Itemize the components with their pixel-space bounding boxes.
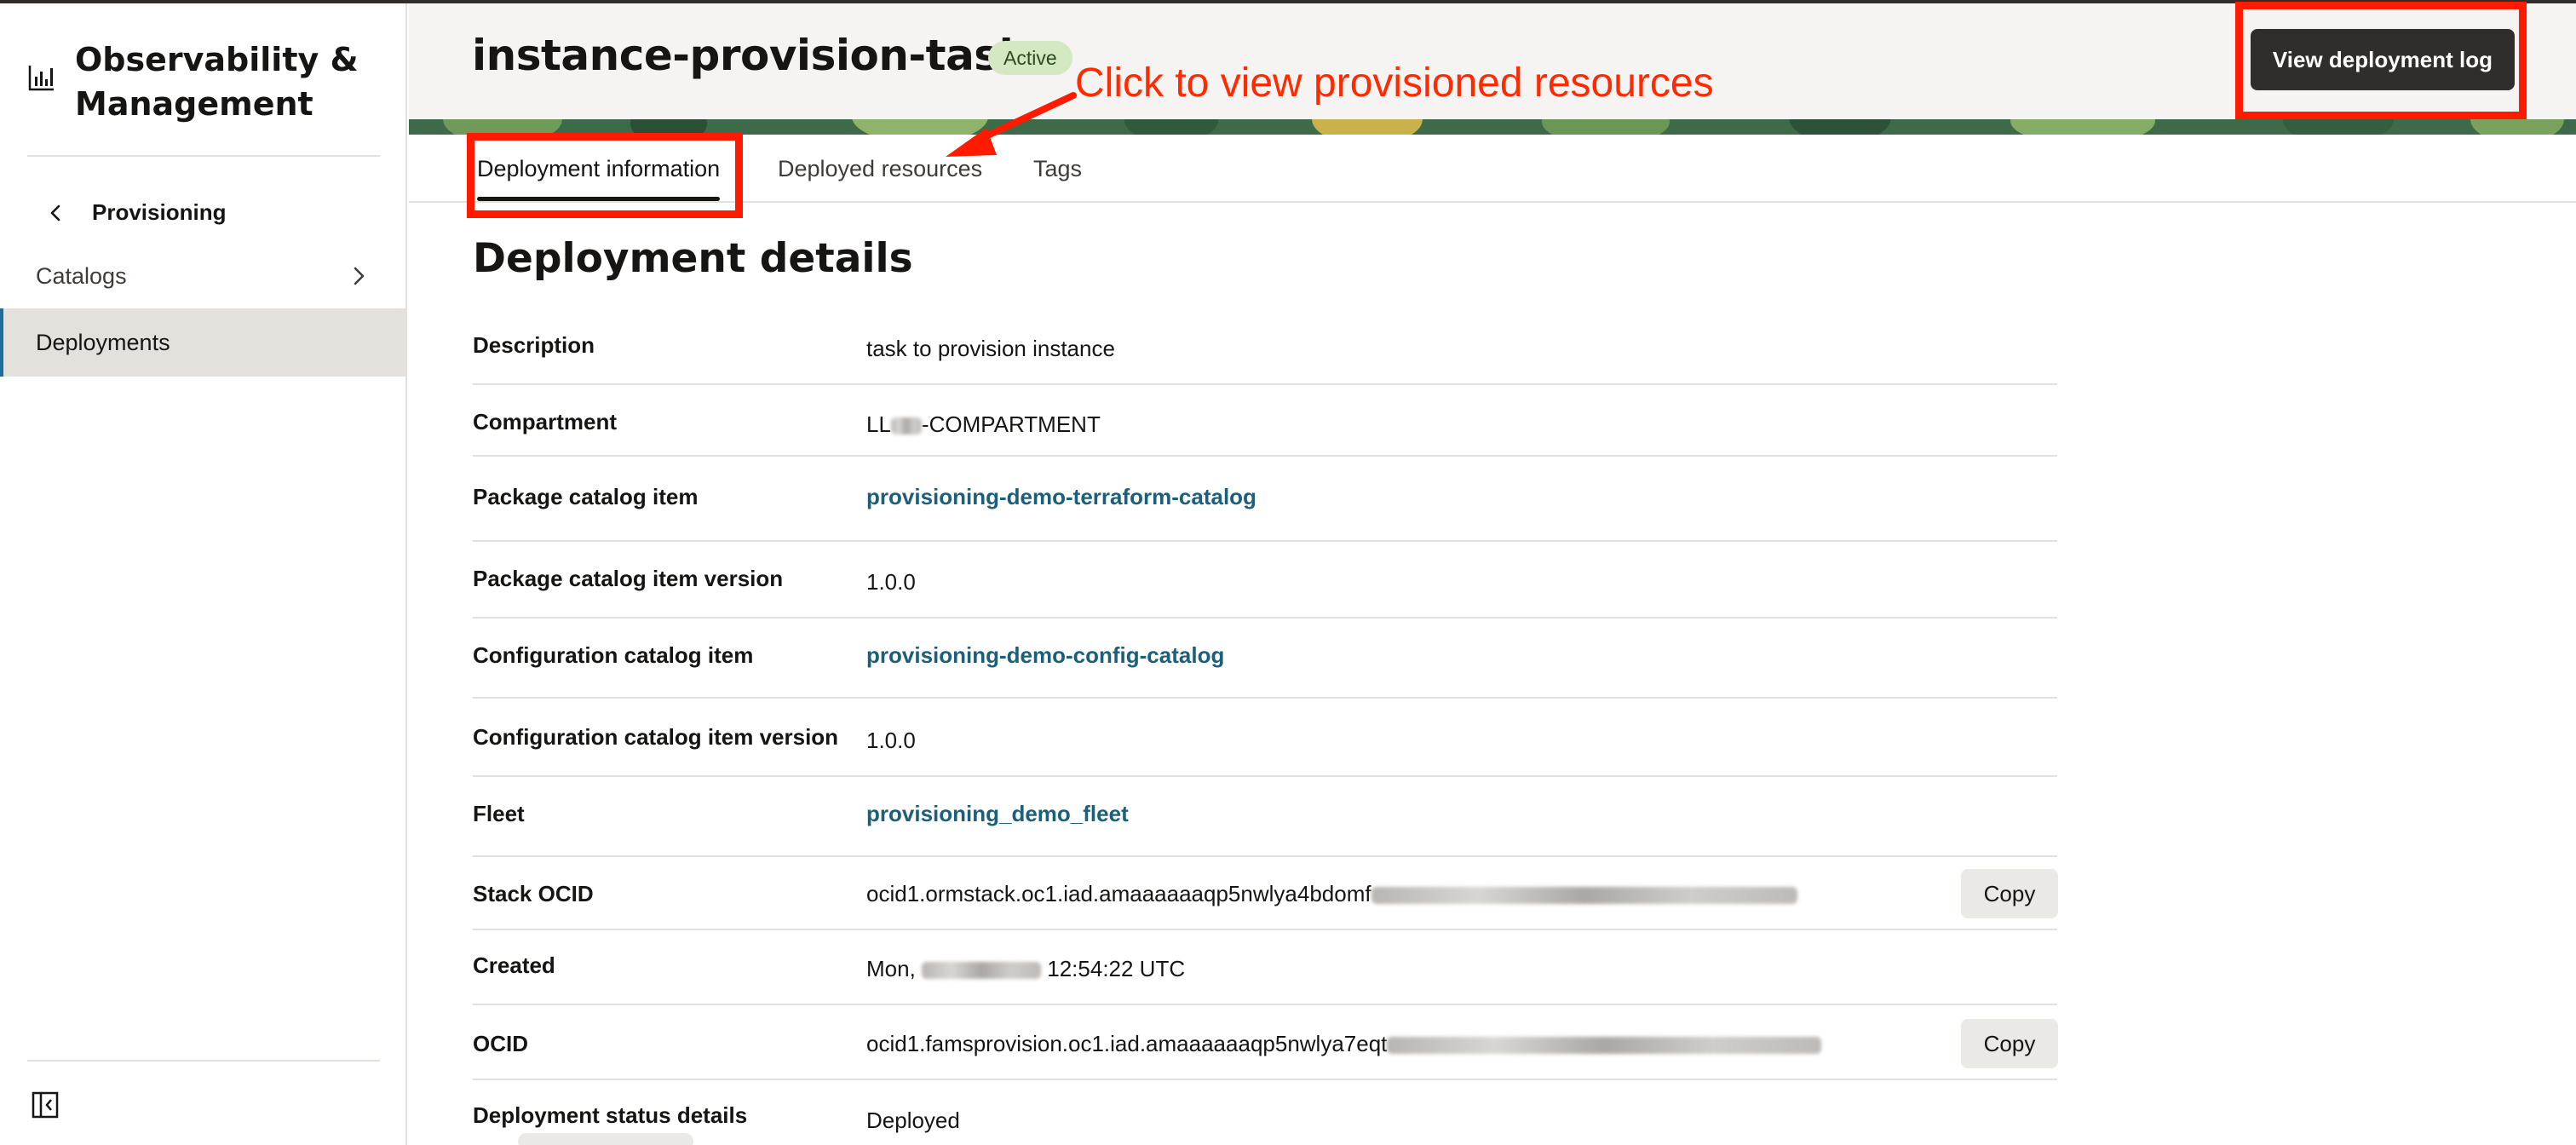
sidebar-divider	[27, 155, 380, 157]
annotation-highlight-log-button	[2235, 2, 2527, 119]
status-chip	[518, 1133, 693, 1145]
redacted-text	[890, 417, 922, 435]
sidebar-title: Observability & Management	[75, 41, 359, 123]
copy-ocid-button[interactable]: Copy	[1961, 1019, 2058, 1068]
detail-row-description: Description task to provision instance	[473, 325, 2057, 385]
sidebar-divider	[27, 1060, 380, 1062]
redacted-text	[922, 962, 1042, 980]
detail-value: ocid1.ormstack.oc1.iad.amaaaaaaqp5nwlya4…	[866, 881, 1797, 907]
detail-row-ocid: OCID ocid1.famsprovision.oc1.iad.amaaaaa…	[473, 1005, 2058, 1080]
detail-row-compartment: Compartment LL -COMPARTMENT	[473, 385, 2057, 457]
detail-label: Description	[473, 332, 595, 358]
detail-value: Mon, 12:54:22 UTC	[866, 956, 1186, 981]
detail-value: Deployed	[866, 1108, 960, 1133]
configuration-catalog-item-link[interactable]: provisioning-demo-config-catalog	[866, 642, 1224, 669]
redacted-text	[1371, 887, 1797, 905]
collapse-sidebar-icon[interactable]	[31, 1090, 60, 1119]
detail-label: Package catalog item version	[473, 566, 784, 591]
annotation-arrow-icon	[946, 92, 1077, 157]
detail-value: 1.0.0	[866, 728, 916, 753]
redacted-text	[1387, 1037, 1822, 1055]
detail-row-stack-ocid: Stack OCID ocid1.ormstack.oc1.iad.amaaaa…	[473, 857, 2058, 930]
sidebar-item-label: Deployments	[36, 329, 170, 355]
status-badge: Active	[988, 41, 1072, 75]
detail-row-configuration-version: Configuration catalog item version 1.0.0	[473, 699, 2057, 777]
detail-label: Created	[473, 952, 555, 978]
detail-label: Configuration catalog item	[473, 642, 754, 668]
annotation-callout: Click to view provisioned resources	[1075, 60, 1714, 106]
annotation-highlight-info-tab	[467, 133, 743, 218]
page-title: instance-provision-task	[472, 31, 1027, 80]
package-catalog-item-link[interactable]: provisioning-demo-terraform-catalog	[866, 484, 1256, 510]
back-label: Provisioning	[92, 199, 227, 225]
detail-label: Stack OCID	[473, 881, 594, 906]
detail-label: Configuration catalog item version	[473, 724, 839, 750]
fleet-link[interactable]: provisioning_demo_fleet	[866, 801, 1129, 827]
observability-icon	[28, 66, 54, 91]
detail-label: Fleet	[473, 801, 525, 826]
detail-value: LL -COMPARTMENT	[866, 411, 1101, 437]
detail-value: 1.0.0	[866, 569, 916, 595]
sidebar-item-catalogs[interactable]: Catalogs	[0, 242, 405, 310]
sidebar-item-label: Catalogs	[36, 262, 127, 289]
detail-label: Compartment	[473, 409, 618, 434]
detail-row-package-version: Package catalog item version 1.0.0	[473, 542, 2057, 619]
copy-stack-ocid-button[interactable]: Copy	[1961, 869, 2058, 918]
detail-value: ocid1.famsprovision.oc1.iad.amaaaaaaqp5n…	[866, 1031, 1822, 1057]
section-title: Deployment details	[473, 235, 913, 282]
detail-label: Package catalog item	[473, 484, 699, 509]
detail-row-package-catalog-item: Package catalog item provisioning-demo-t…	[473, 457, 2057, 542]
chevron-right-icon	[354, 267, 365, 285]
back-to-provisioning[interactable]: Provisioning	[44, 199, 226, 226]
detail-label: OCID	[473, 1031, 528, 1056]
chevron-left-icon	[50, 204, 60, 221]
detail-label: Deployment status details	[473, 1102, 748, 1128]
detail-row-created: Created Mon, 12:54:22 UTC	[473, 930, 2057, 1005]
sidebar: Observability & Management Provisioning …	[0, 3, 407, 1145]
sidebar-item-deployments[interactable]: Deployments	[0, 308, 405, 377]
brand: Observability & Management	[27, 37, 365, 126]
detail-row-fleet: Fleet provisioning_demo_fleet	[473, 777, 2057, 857]
detail-row-status: Deployment status details Deployed	[473, 1080, 2057, 1145]
detail-value: task to provision instance	[866, 336, 1115, 361]
detail-row-configuration-catalog-item: Configuration catalog item provisioning-…	[473, 619, 2057, 699]
